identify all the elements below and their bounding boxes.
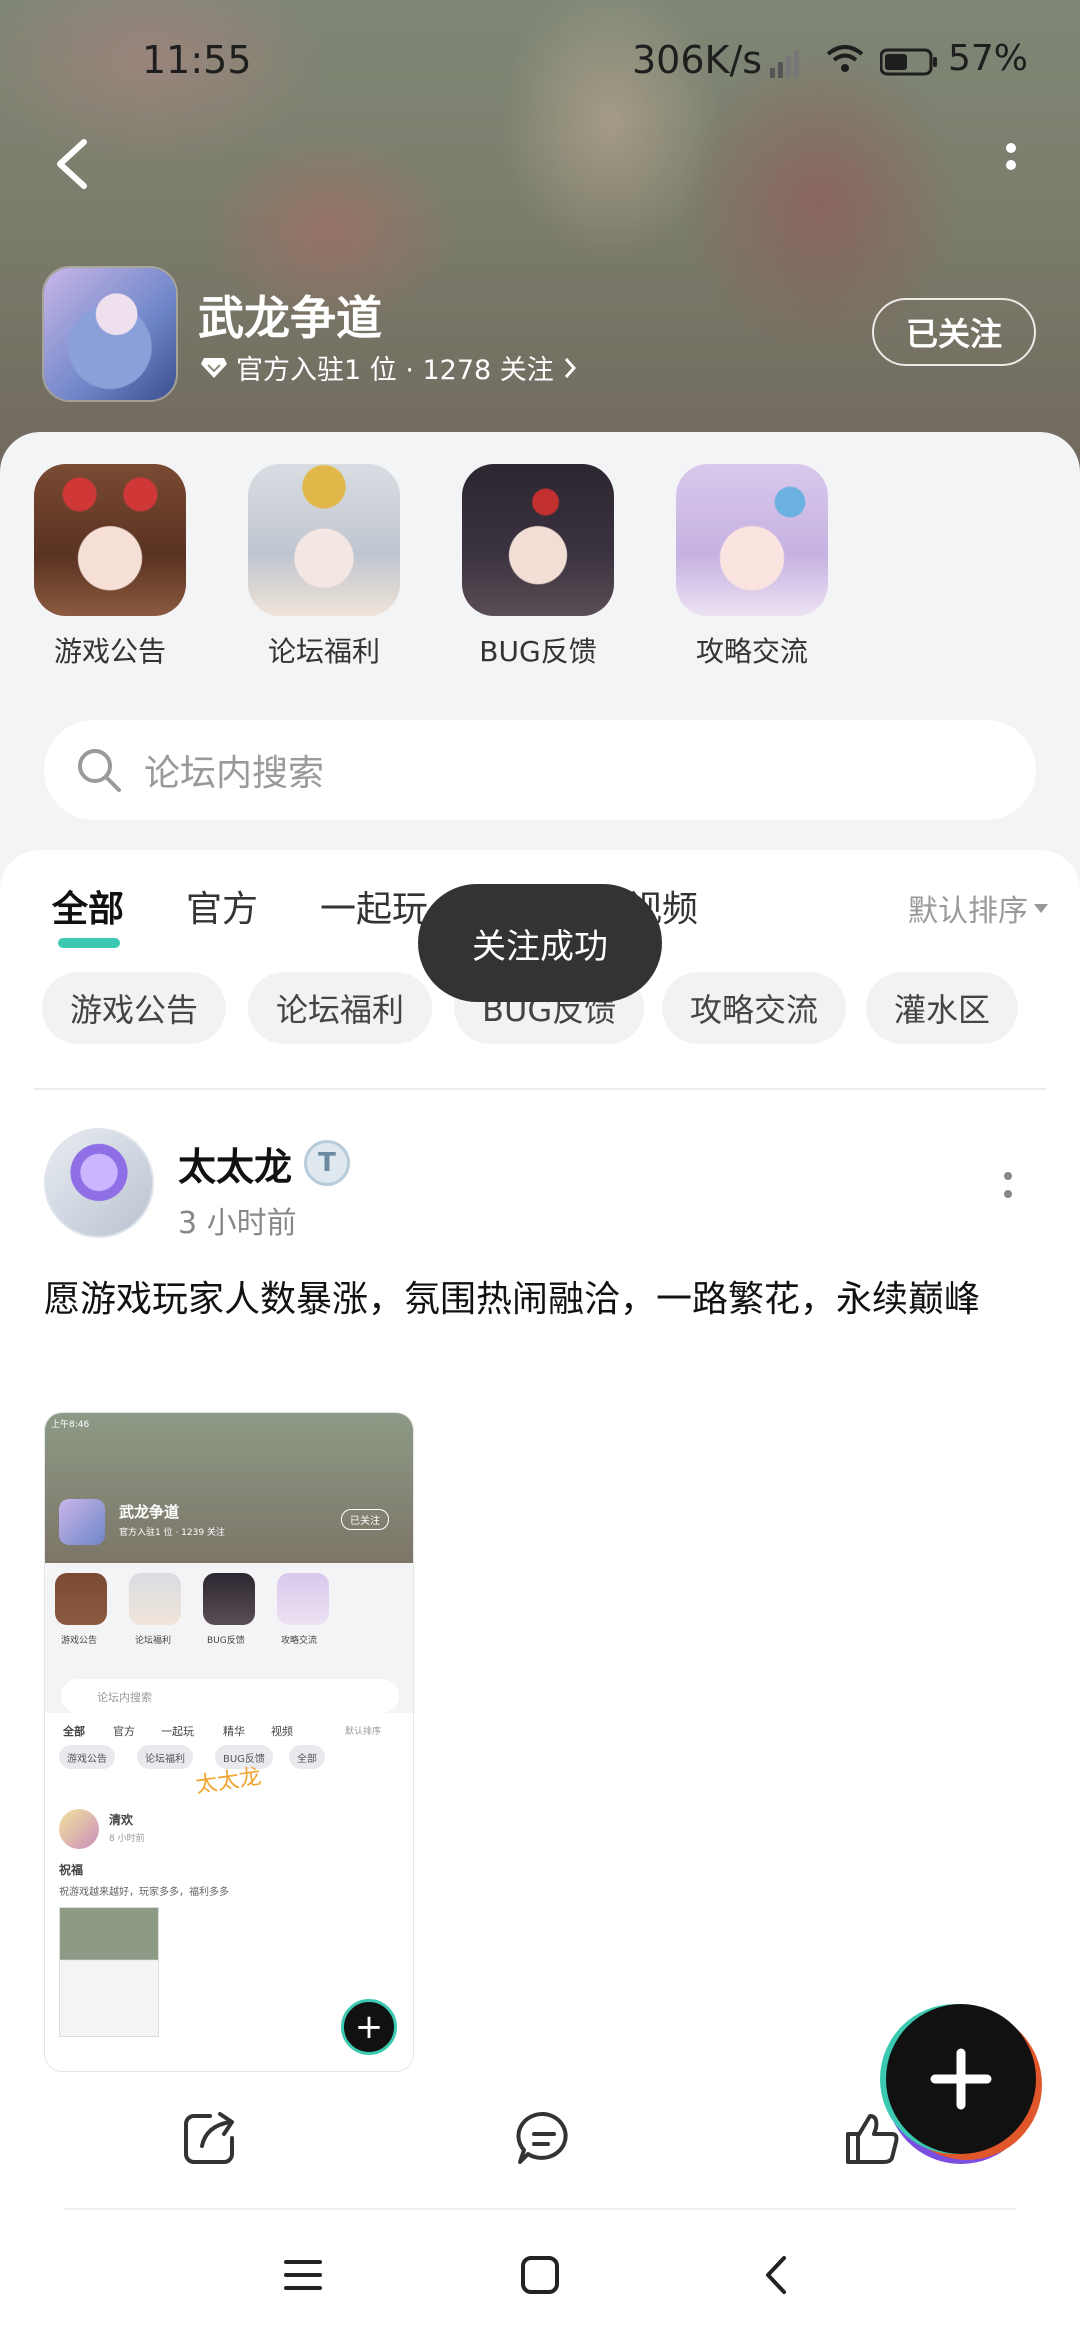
tab-official[interactable]: 官方 bbox=[186, 880, 258, 932]
post-text[interactable]: 愿游戏玩家人数暴涨，氛围热闹融洽，一路繁花，永续巅峰 bbox=[44, 1268, 1036, 1332]
status-time: 11:55 bbox=[142, 38, 252, 82]
section-avatar bbox=[676, 464, 828, 616]
caret-down-icon bbox=[1034, 903, 1048, 913]
game-meta[interactable]: 官方入驻1 位 · 1278 关注 bbox=[200, 348, 578, 387]
search-input[interactable]: 论坛内搜索 bbox=[44, 720, 1036, 820]
section-strategy[interactable]: 攻略交流 bbox=[662, 464, 842, 670]
thumb-section-avatar bbox=[129, 1573, 181, 1625]
section-forum-benefits[interactable]: 论坛福利 bbox=[234, 464, 414, 670]
thumb-chip: 论坛福利 bbox=[137, 1745, 193, 1769]
tab-play-together[interactable]: 一起玩 bbox=[320, 880, 428, 932]
share-button[interactable] bbox=[180, 2108, 240, 2168]
thumb-avatar bbox=[59, 1809, 99, 1849]
thumb-section-label: 攻略交流 bbox=[281, 1636, 318, 1646]
tab-all[interactable]: 全部 bbox=[52, 880, 124, 932]
status-bar: 11:55 306K/s 57% bbox=[0, 38, 1080, 94]
battery-icon bbox=[880, 48, 937, 76]
section-label: 游戏公告 bbox=[53, 635, 166, 668]
sections-panel: 游戏公告 论坛福利 BUG反馈 攻略交流 论坛内搜索 bbox=[0, 432, 1080, 892]
system-nav-bar bbox=[0, 2210, 1080, 2340]
chip-strategy[interactable]: 攻略交流 bbox=[662, 972, 847, 1044]
search-placeholder: 论坛内搜索 bbox=[144, 753, 325, 794]
post-feed: 全部 官方 一起玩 精华 视频 默认排序 游戏公告 论坛福利 BUG反馈 攻略交… bbox=[0, 850, 1080, 2210]
game-title: 武龙争道 bbox=[198, 291, 382, 345]
thumb-post-author: 清欢 bbox=[109, 1813, 134, 1827]
section-label: 攻略交流 bbox=[695, 635, 808, 668]
plus-icon bbox=[930, 2048, 992, 2110]
toast-message: 关注成功 bbox=[418, 884, 662, 1002]
section-label: 论坛福利 bbox=[267, 635, 380, 668]
thumb-post-text: 祝游戏越来越好，玩家多多，福利多多 bbox=[59, 1887, 229, 1898]
section-avatar bbox=[248, 464, 400, 616]
tab-indicator bbox=[58, 938, 120, 948]
thumb-follow: 已关注 bbox=[341, 1509, 389, 1530]
search-icon bbox=[78, 749, 121, 792]
section-avatar bbox=[34, 464, 186, 616]
back-nav-icon[interactable] bbox=[752, 2250, 802, 2300]
comment-button[interactable] bbox=[514, 2108, 574, 2168]
thumb-tab: 全部 bbox=[63, 1725, 85, 1738]
post-time: 3 小时前 bbox=[178, 1206, 297, 1241]
wifi-icon bbox=[826, 45, 864, 72]
post-author[interactable]: 太太龙 bbox=[178, 1136, 292, 1191]
network-speed: 306K/s bbox=[632, 38, 763, 82]
thumb-section-avatar bbox=[55, 1573, 107, 1625]
more-options-button[interactable] bbox=[996, 140, 1026, 190]
home-icon[interactable] bbox=[515, 2250, 565, 2300]
post-more-button[interactable] bbox=[1000, 1168, 1016, 1204]
thumb-plus-icon: + bbox=[341, 1999, 397, 2055]
menu-icon[interactable] bbox=[278, 2250, 328, 2300]
thumb-chip: 全部 bbox=[289, 1745, 325, 1769]
thumb-post-time: 8 小时前 bbox=[109, 1834, 145, 1844]
thumb-tab: 一起玩 bbox=[161, 1725, 194, 1738]
chip-game-announcements[interactable]: 游戏公告 bbox=[42, 972, 227, 1044]
chip-forum-benefits[interactable]: 论坛福利 bbox=[248, 972, 433, 1044]
thumb-post-title: 祝福 bbox=[59, 1863, 84, 1877]
back-button[interactable] bbox=[48, 136, 98, 192]
sort-dropdown[interactable]: 默认排序 bbox=[908, 886, 1048, 930]
thumb-post-image bbox=[59, 1907, 159, 2037]
post-image[interactable]: 上午8:46 武龙争道 官方入驻1 位 · 1239 关注 已关注 游戏公告 论… bbox=[44, 1412, 414, 2072]
divider bbox=[34, 1088, 1046, 1090]
avatar[interactable] bbox=[44, 1128, 154, 1238]
thumb-chip: 游戏公告 bbox=[59, 1745, 115, 1769]
thumb-section-avatar bbox=[203, 1573, 255, 1625]
follow-button[interactable]: 已关注 bbox=[872, 298, 1036, 366]
thumb-game-logo bbox=[59, 1499, 105, 1545]
section-label: BUG反馈 bbox=[479, 635, 597, 668]
thumb-sort: 默认排序 bbox=[345, 1727, 382, 1737]
sort-label: 默认排序 bbox=[908, 894, 1028, 929]
diamond-icon bbox=[201, 357, 227, 378]
chevron-right-icon bbox=[564, 357, 576, 378]
thumb-tab: 精华 bbox=[223, 1725, 245, 1738]
signal-icon bbox=[770, 50, 799, 78]
thumb-search-placeholder: 论坛内搜索 bbox=[97, 1691, 152, 1704]
thumb-status-time: 上午8:46 bbox=[51, 1420, 90, 1430]
thumb-tab: 视频 bbox=[271, 1725, 293, 1738]
chip-chat-zone[interactable]: 灌水区 bbox=[866, 972, 1019, 1044]
thumb-section-label: BUG反馈 bbox=[207, 1636, 245, 1646]
thumb-section-label: 游戏公告 bbox=[61, 1636, 98, 1646]
thumb-section-avatar bbox=[277, 1573, 329, 1625]
section-bug-feedback[interactable]: BUG反馈 bbox=[448, 464, 628, 670]
battery-percent: 57% bbox=[948, 38, 1029, 79]
thumb-section-label: 论坛福利 bbox=[135, 1636, 172, 1646]
thumb-meta: 官方入驻1 位 · 1239 关注 bbox=[119, 1528, 225, 1538]
section-game-announcements[interactable]: 游戏公告 bbox=[20, 464, 200, 670]
game-logo bbox=[44, 268, 176, 400]
thumb-tab: 官方 bbox=[113, 1725, 135, 1738]
author-badge: T bbox=[304, 1140, 350, 1186]
game-meta-text: 官方入驻1 位 · 1278 关注 bbox=[236, 355, 554, 386]
section-avatar bbox=[462, 464, 614, 616]
like-button[interactable] bbox=[842, 2108, 902, 2168]
create-post-button[interactable] bbox=[886, 2004, 1036, 2154]
thumb-title: 武龙争道 bbox=[119, 1503, 180, 1521]
